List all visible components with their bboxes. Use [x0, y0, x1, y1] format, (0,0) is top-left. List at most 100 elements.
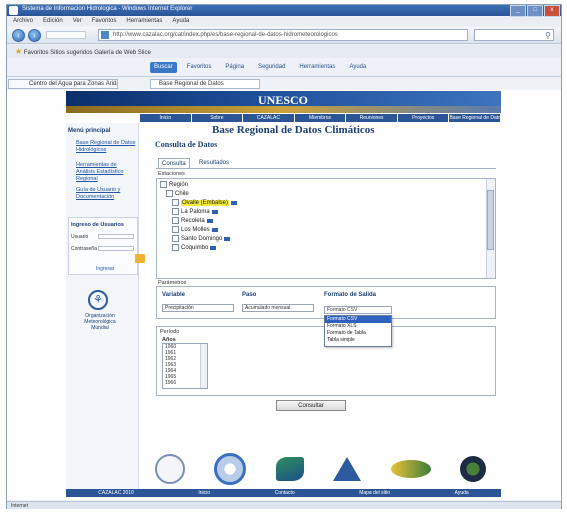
menu-edit[interactable]: Edición	[43, 17, 63, 26]
tab-resultados[interactable]: Resultados	[196, 158, 232, 168]
address-bar[interactable]: http://www.cazalac.org/cat/index.php/es/…	[98, 29, 468, 41]
menu-view[interactable]: Ver	[73, 17, 82, 26]
tree-node-label: Recoleta	[181, 218, 205, 225]
search-input[interactable]	[474, 29, 554, 41]
login-button[interactable]: Ingresar	[96, 266, 114, 272]
toolbar-search-button[interactable]: Buscar	[150, 62, 177, 73]
flag-icon	[211, 209, 218, 214]
menu-tools[interactable]: Herramientas	[126, 17, 162, 26]
tree-node-label: La Paloma	[181, 209, 210, 216]
checkbox-icon[interactable]	[172, 235, 179, 242]
regional-logo-icon[interactable]	[390, 460, 431, 478]
browser-tab-active[interactable]: Centro del Agua para Zonas Áridas y Semi…	[8, 79, 118, 89]
checkbox-icon[interactable]	[172, 226, 179, 233]
dropdown-option[interactable]: Formato de Tabla	[325, 330, 391, 337]
tree-node-root[interactable]: Región	[160, 181, 188, 189]
status-bar: Internet	[7, 501, 561, 509]
tree-node-label: Ovalle (Embalse)	[181, 200, 230, 207]
flag-icon	[206, 218, 213, 223]
footer-copyright: CAZALAC 2010	[98, 490, 134, 496]
submit-button[interactable]: Consultar	[276, 400, 346, 411]
unesco-logo-icon[interactable]	[154, 454, 185, 484]
nav-link-base-datos[interactable]: Base Regional de Datos	[449, 114, 501, 122]
minimize-button[interactable]: _	[510, 5, 526, 17]
search-icon[interactable]: ⚲	[545, 31, 551, 40]
tree-scrollbar-thumb[interactable]	[487, 190, 494, 250]
cazalac-logo-icon[interactable]	[275, 457, 304, 481]
toolbar-help-button[interactable]: Ayuda	[345, 62, 370, 73]
back-icon[interactable]: ‹	[12, 29, 25, 42]
tree-node-station[interactable]: Ovalle (Embalse)	[172, 199, 238, 207]
nav-link-cazalac[interactable]: CAZALAC	[243, 114, 294, 122]
tree-node-country[interactable]: Chile	[166, 190, 189, 198]
toolbar-page-button[interactable]: Página	[221, 62, 248, 73]
dates-label: Período	[160, 329, 180, 335]
footer-link-inicio[interactable]: Inicio	[198, 489, 210, 497]
checkbox-icon[interactable]	[172, 199, 179, 206]
login-arrow-icon[interactable]	[135, 254, 145, 263]
footer-link-mapa[interactable]: Mapa del sitio	[359, 489, 390, 497]
nav-link-proyectos[interactable]: Proyectos	[397, 114, 449, 122]
toolbar-security-button[interactable]: Seguridad	[254, 62, 289, 73]
page-icon	[101, 31, 109, 39]
checkbox-icon[interactable]	[166, 190, 173, 197]
stations-label: Estaciones	[158, 171, 185, 177]
period-heading: Paso	[242, 292, 257, 298]
sidebar-link-database[interactable]: Base Regional de Datos Hidrológicos	[76, 140, 136, 154]
ihp-logo-icon[interactable]	[214, 453, 247, 485]
favorites-label[interactable]: Favoritos Sitios sugeridos Galería de We…	[24, 50, 151, 56]
history-dropdown[interactable]	[46, 31, 86, 39]
nav-link-miembros[interactable]: Miembros	[294, 114, 346, 122]
tree-node-station[interactable]: Recoleta	[172, 217, 213, 225]
login-user-input[interactable]	[98, 234, 134, 239]
nav-link-reuniones[interactable]: Reuniones	[346, 114, 397, 122]
site-logo[interactable]: UNESCO	[258, 93, 308, 108]
star-icon[interactable]: ★	[15, 47, 22, 56]
section-title: Consulta de Datos	[155, 140, 218, 149]
dropdown-option[interactable]: Tabla simple	[325, 337, 391, 344]
sidebar-link-guide[interactable]: Guía de Usuario y Documentación	[76, 187, 136, 201]
tree-node-label: Los Molles	[181, 227, 210, 234]
tree-node-station[interactable]: Coquimbo	[172, 244, 217, 252]
close-button[interactable]: x	[544, 5, 560, 17]
tree-node-station[interactable]: La Paloma	[172, 208, 218, 216]
maximize-button[interactable]: □	[527, 5, 543, 17]
shield-logo-icon[interactable]	[460, 456, 487, 482]
format-select[interactable]: Formato CSV	[324, 306, 392, 314]
triangle-logo-icon[interactable]	[333, 457, 362, 481]
tab-consulta[interactable]: Consulta	[158, 158, 190, 168]
menu-favorites[interactable]: Favoritos	[92, 17, 117, 26]
period-select[interactable]: Acumulado mensual	[242, 304, 314, 312]
menu-bar: Archivo Edición Ver Favoritos Herramient…	[7, 17, 561, 26]
nav-link-sobre[interactable]: Sobre	[191, 114, 243, 122]
toolbar-favorites-button[interactable]: Favoritos	[183, 62, 216, 73]
tree-node-station[interactable]: Los Molles	[172, 226, 218, 234]
dropdown-option[interactable]: Formato CSV	[325, 316, 391, 323]
year-list-scrollbar[interactable]	[200, 344, 207, 388]
page-title: Base Regional de Datos Climáticos	[212, 124, 375, 136]
checkbox-icon[interactable]	[172, 244, 179, 251]
format-heading: Formato de Salida	[324, 292, 377, 298]
menu-file[interactable]: Archivo	[13, 17, 33, 26]
nav-link-inicio[interactable]: Inicio	[140, 114, 191, 122]
variable-select[interactable]: Precipitación	[162, 304, 234, 312]
browser-tab-second[interactable]: Base Regional de Datos	[150, 79, 260, 89]
tree-node-station[interactable]: Santo Domingo	[172, 235, 231, 243]
format-dropdown-list: Formato CSV Formato XLS Formato de Tabla…	[324, 315, 392, 347]
checkbox-icon[interactable]	[172, 217, 179, 224]
tab-divider	[156, 168, 496, 169]
toolbar-tools-button[interactable]: Herramientas	[295, 62, 339, 73]
footer-link-contacto[interactable]: Contacto	[275, 489, 295, 497]
sidebar-link-tools[interactable]: Herramientas de Análisis Estadístico Reg…	[76, 162, 136, 183]
checkbox-icon[interactable]	[160, 181, 167, 188]
wmo-caption: Organización Meteorológica Mundial	[84, 313, 116, 331]
forward-icon[interactable]: ›	[28, 29, 41, 42]
site-nav: Inicio Sobre CAZALAC Miembros Reuniones …	[140, 114, 501, 122]
menu-help[interactable]: Ayuda	[172, 17, 189, 26]
dropdown-option[interactable]: Formato XLS	[325, 323, 391, 330]
login-pass-input[interactable]	[98, 246, 134, 251]
flag-icon	[211, 227, 218, 232]
footer-link-ayuda[interactable]: Ayuda	[455, 489, 469, 497]
checkbox-icon[interactable]	[172, 208, 179, 215]
window-controls: _ □ x	[509, 5, 560, 17]
